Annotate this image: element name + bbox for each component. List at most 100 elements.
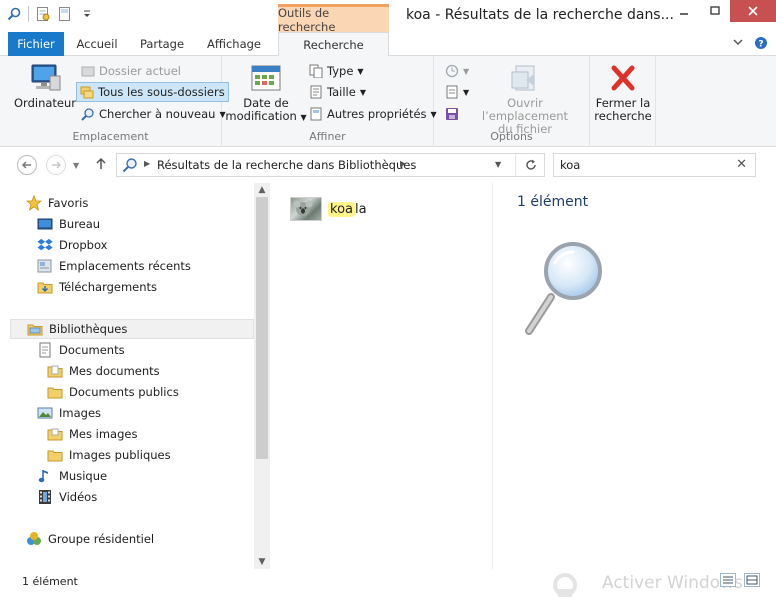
dropdown-arrow-icon: ▼ — [359, 87, 366, 97]
file-name: koa la — [328, 201, 367, 217]
tab-share[interactable]: Partage — [132, 32, 192, 56]
preview-item-count: 1 élément — [517, 194, 589, 210]
nav-label: Dropbox — [59, 238, 108, 252]
address-bar[interactable]: ▶ Résultats de la recherche dans Bibliot… — [116, 153, 545, 177]
status-item-count: 1 élément — [22, 575, 78, 588]
nav-item-favorites[interactable]: Favoris — [25, 193, 89, 213]
details-view-button[interactable] — [720, 573, 736, 587]
group-options: ▼ ▼ Ouvrir l’emplacement du fichier Opti… — [434, 56, 590, 147]
computer-label: Ordinateur — [14, 96, 77, 110]
open-location-label-1: Ouvrir l’emplacement — [481, 96, 569, 123]
nav-label: Mes documents — [69, 364, 160, 378]
type-button[interactable]: Type ▼ — [306, 61, 367, 81]
nav-item-desktop[interactable]: Bureau — [37, 214, 100, 234]
up-arrow-icon[interactable] — [94, 157, 108, 174]
koala-thumbnail — [290, 197, 322, 221]
nav-label: Favoris — [48, 196, 89, 210]
group-refine: Date de modification ▼ Type ▼ Taille ▼ A… — [222, 56, 437, 147]
nav-label: Vidéos — [59, 490, 98, 504]
nav-item-public-documents[interactable]: Documents publics — [47, 382, 179, 402]
nav-item-libraries[interactable]: Bibliothèques — [10, 319, 254, 339]
date-modified-label-2: modification — [225, 109, 297, 123]
nav-item-homegroup[interactable]: Groupe résidentiel — [26, 529, 154, 549]
new-folder-icon[interactable] — [57, 6, 73, 22]
clear-search-icon[interactable]: ✕ — [736, 157, 747, 172]
current-folder-button[interactable]: Dossier actuel — [78, 61, 184, 81]
nav-item-my-documents[interactable]: Mes documents — [47, 361, 160, 381]
computer-button[interactable]: Ordinateur — [14, 62, 76, 110]
search-again-button[interactable]: Chercher à nouveau ▼ — [78, 104, 229, 124]
tab-view[interactable]: Affichage — [198, 32, 270, 56]
large-icons-view-button[interactable] — [744, 573, 760, 587]
svg-text:?: ? — [758, 40, 763, 50]
search-tools-icon[interactable] — [6, 6, 22, 22]
maximize-button[interactable] — [699, 0, 730, 22]
dropdown-arrow-icon: ▼ — [357, 66, 364, 76]
nav-item-music[interactable]: Musique — [37, 466, 107, 486]
nav-label: Téléchargements — [59, 280, 158, 294]
nav-item-dropbox[interactable]: Dropbox — [37, 235, 107, 255]
contextual-tab-group-label: Outils de recherche — [278, 4, 389, 34]
breadcrumb-chevron-icon[interactable]: ▶ — [400, 159, 406, 168]
scroll-up-arrow-icon[interactable]: ▲ — [254, 183, 270, 197]
help-icon[interactable]: ? — [754, 36, 768, 53]
chevron-down-icon[interactable] — [732, 36, 744, 53]
open-file-location-button[interactable]: Ouvrir l’emplacement du fichier — [468, 62, 582, 136]
tab-home[interactable]: Accueil — [66, 32, 128, 56]
nav-label: Mes images — [69, 427, 138, 441]
customize-toolbar-icon[interactable] — [79, 6, 95, 22]
address-divider — [515, 154, 516, 176]
group-location: Ordinateur Dossier actuel Tous les sous-… — [0, 56, 229, 147]
list-item[interactable]: koa la — [290, 197, 367, 221]
save-search-button[interactable] — [442, 104, 462, 124]
nav-pane-scrollbar[interactable]: ▲ ▼ — [254, 183, 270, 569]
size-label: Taille — [327, 85, 356, 99]
breadcrumb-chevron-icon[interactable]: ▶ — [144, 159, 150, 168]
nav-item-videos[interactable]: Vidéos — [37, 487, 97, 507]
nav-item-documents[interactable]: Documents — [37, 340, 125, 360]
search-box[interactable]: ✕ — [553, 153, 756, 177]
recent-locations-chevron-icon[interactable]: ▼ — [73, 161, 79, 170]
scrollbar-thumb[interactable] — [256, 197, 268, 459]
nav-label: Musique — [59, 469, 108, 483]
status-bar: 1 élément Activer Windows — [0, 569, 776, 600]
forward-button[interactable] — [46, 155, 66, 175]
breadcrumb[interactable]: Résultats de la recherche dans Bibliothè… — [157, 158, 416, 172]
magnifier-icon — [523, 241, 609, 340]
date-modified-button[interactable]: Date de modification ▼ — [225, 62, 307, 124]
nav-label: Emplacements récents — [59, 259, 191, 273]
folder-icon — [47, 426, 63, 442]
nav-item-recent-places[interactable]: Emplacements récents — [37, 256, 191, 276]
folder-icon — [47, 384, 63, 400]
group-close: Fermer la recherche — [590, 56, 656, 147]
folder-icon — [47, 363, 63, 379]
search-input[interactable] — [560, 158, 730, 172]
ribbon-tabs: Fichier Accueil Partage Affichage Recher… — [0, 32, 776, 57]
minimize-button[interactable] — [668, 0, 699, 22]
watermark-logo-icon — [548, 573, 582, 600]
desktop-icon — [37, 216, 53, 232]
other-properties-button[interactable]: Autres propriétés ▼ — [306, 104, 440, 124]
nav-item-my-images[interactable]: Mes images — [47, 424, 137, 444]
nav-item-downloads[interactable]: Téléchargements — [37, 277, 157, 297]
group-label-refine: Affiner — [309, 130, 346, 143]
tab-search[interactable]: Recherche — [278, 32, 389, 57]
all-subfolders-button[interactable]: Tous les sous-dossiers — [76, 82, 229, 102]
back-button[interactable] — [17, 155, 37, 175]
close-button[interactable] — [730, 0, 776, 22]
group-label-location: Emplacement — [72, 130, 149, 143]
nav-item-public-images[interactable]: Images publiques — [47, 445, 171, 465]
computer-icon — [28, 62, 62, 94]
tab-file[interactable]: Fichier — [8, 32, 64, 56]
nav-label: Documents — [59, 343, 125, 357]
size-button[interactable]: Taille ▼ — [306, 82, 369, 102]
address-dropdown-icon[interactable]: ▼ — [495, 160, 501, 169]
navigation-pane: Favoris Bureau Dropbox Emplacements réce… — [0, 183, 270, 569]
nav-item-images[interactable]: Images — [37, 403, 101, 423]
scroll-down-arrow-icon[interactable]: ▼ — [254, 555, 270, 569]
nav-label: Images publiques — [69, 448, 171, 462]
properties-icon[interactable] — [35, 6, 51, 22]
folder-icon — [47, 447, 63, 463]
refresh-icon[interactable] — [524, 158, 538, 175]
close-search-button[interactable]: Fermer la recherche — [592, 62, 654, 123]
